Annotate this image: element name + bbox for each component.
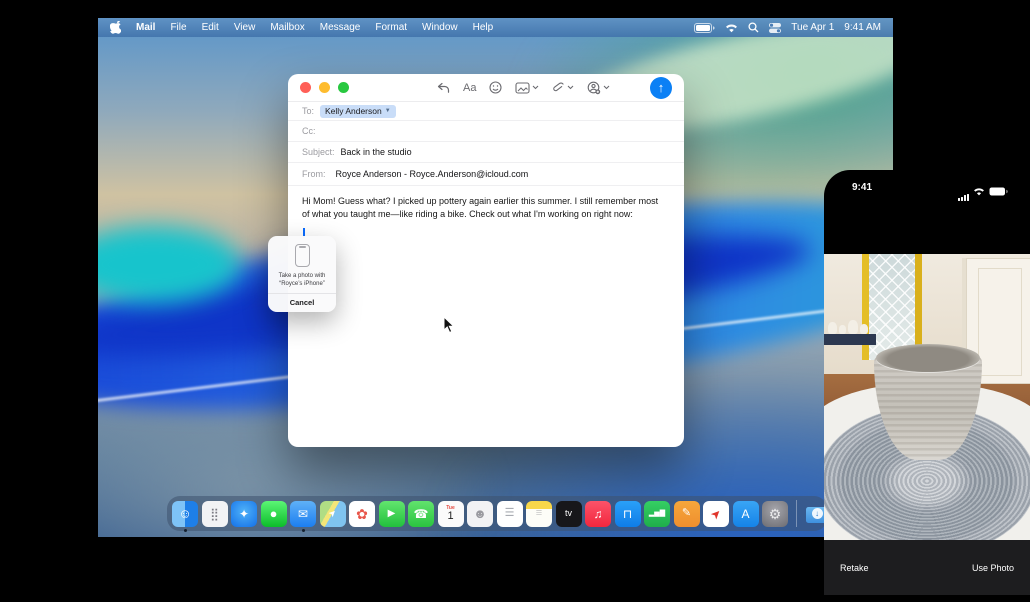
- iphone-time: 9:41: [852, 182, 872, 193]
- dock-icon-keynote[interactable]: ⊓: [615, 501, 641, 527]
- minimize-window-button[interactable]: [319, 82, 330, 93]
- dock-icon-phone[interactable]: ☎: [408, 501, 434, 527]
- camera-photo-pottery: [824, 254, 1030, 540]
- dock-icon-appstore[interactable]: A: [733, 501, 759, 527]
- dock-divider: [796, 500, 797, 527]
- popup-message-line2: “Royce’s iPhone”: [279, 280, 326, 288]
- wifi-icon: [973, 183, 985, 201]
- running-indicator: [184, 529, 187, 532]
- dock: ☺⣿✦●✉➤✿▶☎Tue1☻☰≡tv♫⊓▂▅▇✎➤A⚙↓: [167, 496, 827, 531]
- menu-bar-time[interactable]: 9:41 AM: [844, 22, 881, 33]
- cellular-signal-icon: [958, 194, 969, 202]
- dock-icon-calendar[interactable]: Tue1: [438, 501, 464, 527]
- iphone-status-bar: 9:41: [824, 170, 1030, 254]
- wifi-icon[interactable]: [725, 23, 738, 33]
- emoji-picker-icon[interactable]: [489, 81, 502, 94]
- message-text: Hi Mom! Guess what? I picked up pottery …: [302, 195, 664, 220]
- popup-message-line1: Take a photo with: [279, 272, 326, 280]
- recipient-token[interactable]: Kelly Anderson ▼: [320, 105, 396, 118]
- chevron-down-icon: [567, 85, 574, 90]
- cc-label: Cc:: [302, 126, 316, 136]
- use-photo-button[interactable]: Use Photo: [972, 563, 1014, 573]
- photo-small-pots: [828, 318, 874, 334]
- dock-icon-numbers[interactable]: ▂▅▇: [644, 501, 670, 527]
- iphone-icon: [295, 244, 310, 267]
- menu-item-window[interactable]: Window: [422, 22, 458, 33]
- to-label: To:: [302, 106, 314, 116]
- menu-item-view[interactable]: View: [234, 22, 256, 33]
- iphone-screen: 9:41: [824, 170, 1030, 595]
- dock-icon-pages[interactable]: ✎: [674, 501, 700, 527]
- menu-item-help[interactable]: Help: [473, 22, 494, 33]
- menu-item-edit[interactable]: Edit: [202, 22, 219, 33]
- photo-browser-button[interactable]: [515, 82, 539, 94]
- desktop: Mail File Edit View Mailbox Message Format Wind…: [98, 18, 893, 537]
- dock-icon-messages[interactable]: ●: [261, 501, 287, 527]
- battery-icon: [989, 183, 1008, 201]
- from-field[interactable]: From: Royce Anderson - Royce.Anderson@ic…: [288, 163, 684, 186]
- dock-icon-maps[interactable]: ➤: [320, 501, 346, 527]
- dock-icon-photos[interactable]: ✿: [349, 501, 375, 527]
- send-button[interactable]: ↑: [650, 77, 672, 99]
- dock-icon-reminders[interactable]: ☰: [497, 501, 523, 527]
- subject-value: Back in the studio: [341, 147, 412, 157]
- mail-compose-window: Aa: [288, 74, 684, 447]
- cancel-button[interactable]: Cancel: [290, 294, 315, 312]
- to-field[interactable]: To: Kelly Anderson ▼: [288, 102, 684, 121]
- window-title-bar: Aa: [288, 74, 684, 102]
- menu-item-mail[interactable]: Mail: [136, 22, 155, 33]
- menu-item-mailbox[interactable]: Mailbox: [270, 22, 304, 33]
- dock-icon-appletv[interactable]: tv: [556, 501, 582, 527]
- screen: Mail File Edit View Mailbox Message Format Wind…: [0, 0, 1030, 602]
- dock-icon-finder[interactable]: ☺: [172, 501, 198, 527]
- running-indicator: [302, 529, 305, 532]
- undo-icon[interactable]: [437, 82, 450, 94]
- apple-menu-icon[interactable]: [110, 21, 121, 34]
- menu-item-message[interactable]: Message: [320, 22, 361, 33]
- search-icon[interactable]: [748, 22, 759, 33]
- battery-icon[interactable]: [694, 23, 715, 33]
- dock-icon-safari[interactable]: ✦: [231, 501, 257, 527]
- retake-button[interactable]: Retake: [840, 563, 869, 573]
- subject-field[interactable]: Subject: Back in the studio: [288, 142, 684, 163]
- dock-icon-rocket[interactable]: ➤: [703, 501, 729, 527]
- dock-icon-notes[interactable]: ≡: [526, 501, 552, 527]
- from-label: From:: [302, 169, 326, 179]
- chevron-down-icon: [603, 85, 610, 90]
- dock-icon-facetime[interactable]: ▶: [379, 501, 405, 527]
- dock-icon-settings[interactable]: ⚙: [762, 501, 788, 527]
- dock-icon-mail[interactable]: ✉: [290, 501, 316, 527]
- dock-icon-contacts[interactable]: ☻: [467, 501, 493, 527]
- menu-bar-date[interactable]: Tue Apr 1: [791, 22, 834, 33]
- mouse-cursor: [443, 316, 455, 339]
- zoom-window-button[interactable]: [338, 82, 349, 93]
- menu-bar: Mail File Edit View Mailbox Message Format Wind…: [98, 18, 893, 37]
- control-center-icon[interactable]: [769, 23, 781, 33]
- insert-from-iphone-button[interactable]: [587, 81, 610, 95]
- format-button[interactable]: Aa: [463, 82, 476, 94]
- dock-icon-launchpad[interactable]: ⣿: [202, 501, 228, 527]
- menu-item-file[interactable]: File: [170, 22, 186, 33]
- message-body[interactable]: Hi Mom! Guess what? I picked up pottery …: [288, 186, 678, 247]
- camera-action-bar: Retake Use Photo: [824, 540, 1030, 595]
- cc-field[interactable]: Cc:: [288, 121, 684, 142]
- photo-shelf: [824, 334, 876, 345]
- close-window-button[interactable]: [300, 82, 311, 93]
- dock-icon-music[interactable]: ♫: [585, 501, 611, 527]
- chevron-down-icon: ▼: [385, 108, 391, 114]
- menu-item-format[interactable]: Format: [375, 22, 407, 33]
- recipient-name: Kelly Anderson: [325, 106, 382, 116]
- continuity-camera-popup: Take a photo with “Royce’s iPhone” Cance…: [268, 236, 336, 312]
- from-value: Royce Anderson - Royce.Anderson@icloud.c…: [336, 169, 529, 179]
- subject-label: Subject:: [302, 147, 335, 157]
- attach-file-button[interactable]: [552, 81, 574, 94]
- chevron-down-icon: [532, 85, 539, 90]
